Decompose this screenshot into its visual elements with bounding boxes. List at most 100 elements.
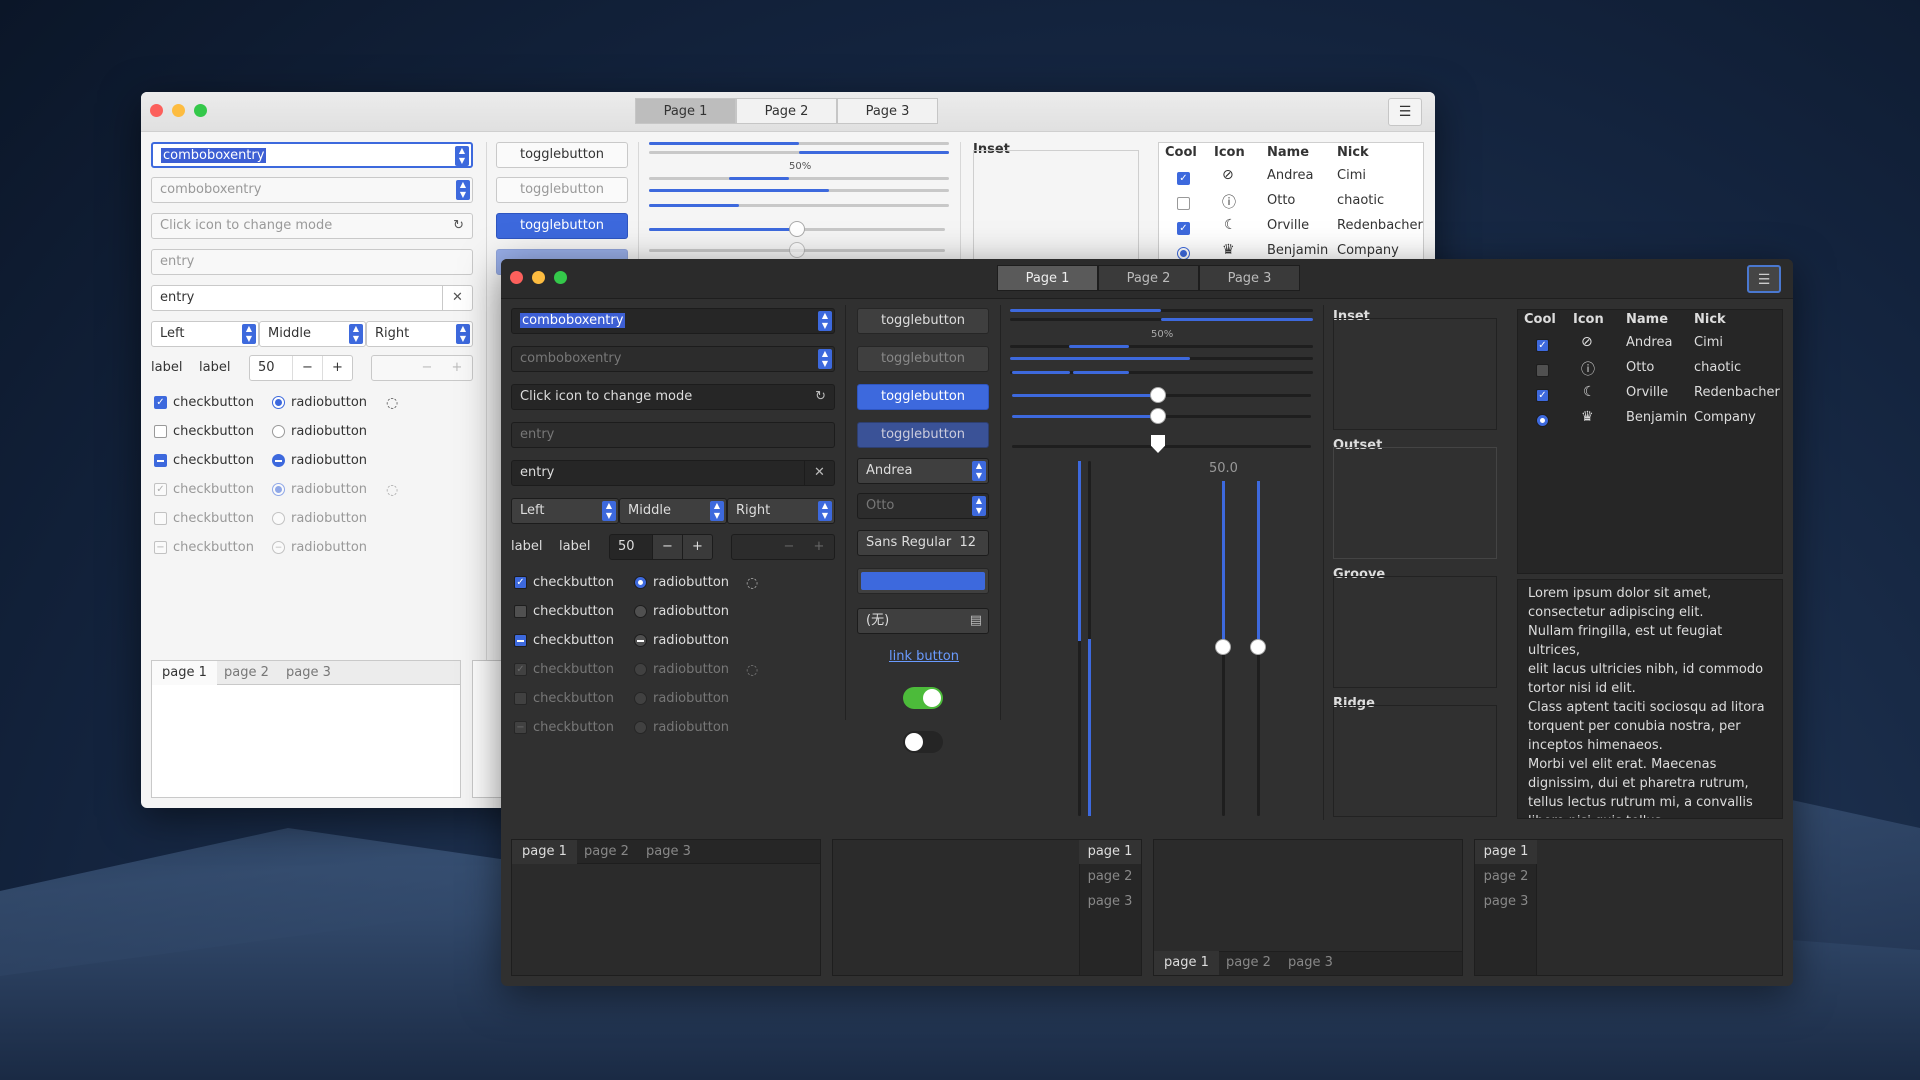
check-3[interactable]: checkbutton (514, 633, 614, 648)
notebook-tab-2[interactable]: page 2 (1079, 865, 1141, 889)
notebook-tab-3[interactable]: page 3 (636, 840, 701, 864)
mode-entry[interactable]: Click icon to change mode ↻ (511, 384, 835, 410)
column-header-icon[interactable]: Icon (1573, 312, 1604, 327)
check-1[interactable]: ✓ checkbutton (514, 575, 614, 590)
row-checkbox[interactable] (1177, 197, 1190, 210)
column-header-name[interactable]: Name (1626, 312, 1668, 327)
combo-arrow-icon[interactable]: ▲ ▼ (818, 311, 832, 331)
mode-entry[interactable]: Click icon to change mode ↻ (151, 213, 473, 239)
row-checkbox[interactable]: ✓ (1536, 339, 1549, 352)
toggle-button-1[interactable]: togglebutton (857, 308, 989, 334)
notebook-tab-2[interactable]: page 2 (1216, 951, 1281, 975)
slider-marker-knob[interactable] (1151, 435, 1165, 453)
combo-middle[interactable]: Middle ▲ ▼ (259, 321, 366, 347)
combo-entry-focused[interactable]: comboboxentry ▲ ▼ (151, 142, 473, 168)
notebook-tab-3[interactable]: page 3 (1079, 890, 1141, 914)
column-header-icon[interactable]: Icon (1214, 145, 1245, 160)
notebook-tab-3[interactable]: page 3 (1278, 951, 1343, 975)
combo-left[interactable]: Left ▲ ▼ (151, 321, 259, 347)
notebook-tab-1[interactable]: page 1 (512, 840, 577, 864)
combo-left[interactable]: Left ▲ ▼ (511, 498, 619, 524)
check-3[interactable]: checkbutton (154, 453, 254, 468)
text-view[interactable]: Lorem ipsum dolor sit amet, consectetur a… (1517, 579, 1783, 819)
dark-tree-view[interactable]: Cool Icon Name Nick ✓ ⊘ Andrea Cimi ⓘ Ot… (1517, 309, 1783, 574)
toggle-button-3[interactable]: togglebutton (496, 213, 628, 239)
notebook-tab-3[interactable]: page 3 (1475, 890, 1537, 914)
refresh-icon[interactable]: ↻ (815, 385, 826, 409)
entry-field[interactable]: entry ✕ (151, 285, 473, 311)
color-button[interactable] (857, 568, 989, 594)
combo-andrea[interactable]: Andrea ▲ ▼ (857, 458, 989, 484)
close-button[interactable] (510, 271, 523, 284)
slider-knob[interactable] (1150, 408, 1166, 424)
tab-page-3[interactable]: Page 3 (1199, 265, 1300, 291)
notebook-tab-1[interactable]: page 1 (152, 661, 217, 685)
close-button[interactable] (150, 104, 163, 117)
radio-1[interactable]: radiobutton (272, 395, 367, 410)
radio-2[interactable]: radiobutton (634, 604, 729, 619)
notebook-tab-1[interactable]: page 1 (1475, 840, 1537, 864)
spin-button[interactable]: 50 − + (609, 534, 713, 560)
combo-entry-focused[interactable]: comboboxentry ▲ ▼ (511, 308, 835, 334)
notebook-tab-1[interactable]: page 1 (1079, 840, 1141, 864)
plus-icon[interactable]: + (322, 356, 352, 380)
row-radio[interactable] (1536, 414, 1549, 427)
file-chooser-button[interactable]: (无) ▤ (857, 608, 989, 634)
column-header-cool[interactable]: Cool (1165, 145, 1197, 160)
notebook-tab-2[interactable]: page 2 (214, 661, 279, 685)
row-checkbox[interactable] (1536, 364, 1549, 377)
minimize-button[interactable] (532, 271, 545, 284)
combo-right[interactable]: Right ▲ ▼ (366, 321, 473, 347)
light-tree-view[interactable]: Cool Icon Name Nick ✓ ⊘ Andrea Cimi ⓘ Ot… (1158, 142, 1424, 272)
minus-icon[interactable]: − (292, 356, 322, 380)
check-2[interactable]: checkbutton (514, 604, 614, 619)
combo-arrow-icon[interactable]: ▲ ▼ (455, 146, 469, 166)
maximize-button[interactable] (554, 271, 567, 284)
combo-middle[interactable]: Middle ▲ ▼ (619, 498, 727, 524)
switch-on[interactable] (903, 687, 943, 709)
refresh-icon[interactable]: ↻ (453, 214, 464, 238)
notebook-tab-1[interactable]: page 1 (1154, 951, 1219, 975)
slider-knob[interactable] (789, 221, 805, 237)
column-header-nick[interactable]: Nick (1694, 312, 1726, 327)
radio-3[interactable]: radiobutton (634, 633, 729, 648)
radio-2[interactable]: radiobutton (272, 424, 367, 439)
tab-page-1[interactable]: Page 1 (997, 265, 1098, 291)
check-1[interactable]: ✓ checkbutton (154, 395, 254, 410)
switch-off[interactable] (903, 731, 943, 753)
maximize-button[interactable] (194, 104, 207, 117)
tab-page-2[interactable]: Page 2 (1098, 265, 1199, 291)
minimize-button[interactable] (172, 104, 185, 117)
radio-3[interactable]: radiobutton (272, 453, 367, 468)
tab-page-3[interactable]: Page 3 (837, 98, 938, 124)
radio-1[interactable]: radiobutton (634, 575, 729, 590)
slider-knob[interactable] (1215, 639, 1231, 655)
minus-icon[interactable]: − (652, 535, 682, 559)
column-header-nick[interactable]: Nick (1337, 145, 1369, 160)
row-checkbox[interactable]: ✓ (1536, 389, 1549, 402)
clear-icon[interactable]: ✕ (804, 461, 834, 485)
column-header-cool[interactable]: Cool (1524, 312, 1556, 327)
toggle-button-3[interactable]: togglebutton (857, 384, 989, 410)
plus-icon[interactable]: + (682, 535, 712, 559)
row-checkbox[interactable]: ✓ (1177, 222, 1190, 235)
tab-page-1[interactable]: Page 1 (635, 98, 736, 124)
hamburger-menu-icon[interactable]: ☰ (1747, 265, 1781, 293)
entry-field[interactable]: entry ✕ (511, 460, 835, 486)
check-2[interactable]: checkbutton (154, 424, 254, 439)
hamburger-menu-icon[interactable]: ☰ (1388, 98, 1422, 126)
clear-icon[interactable]: ✕ (442, 286, 472, 310)
slider-knob[interactable] (1150, 387, 1166, 403)
tab-page-2[interactable]: Page 2 (736, 98, 837, 124)
column-header-name[interactable]: Name (1267, 145, 1309, 160)
combo-right[interactable]: Right ▲ ▼ (727, 498, 835, 524)
notebook-tab-2[interactable]: page 2 (1475, 865, 1537, 889)
spin-button[interactable]: 50 − + (249, 355, 353, 381)
font-button[interactable]: Sans Regular 12 (857, 530, 989, 556)
notebook-tab-3[interactable]: page 3 (276, 661, 341, 685)
link-button[interactable]: link button (889, 649, 959, 664)
notebook-tab-2[interactable]: page 2 (574, 840, 639, 864)
slider-knob[interactable] (1250, 639, 1266, 655)
row-checkbox[interactable]: ✓ (1177, 172, 1190, 185)
toggle-button-1[interactable]: togglebutton (496, 142, 628, 168)
